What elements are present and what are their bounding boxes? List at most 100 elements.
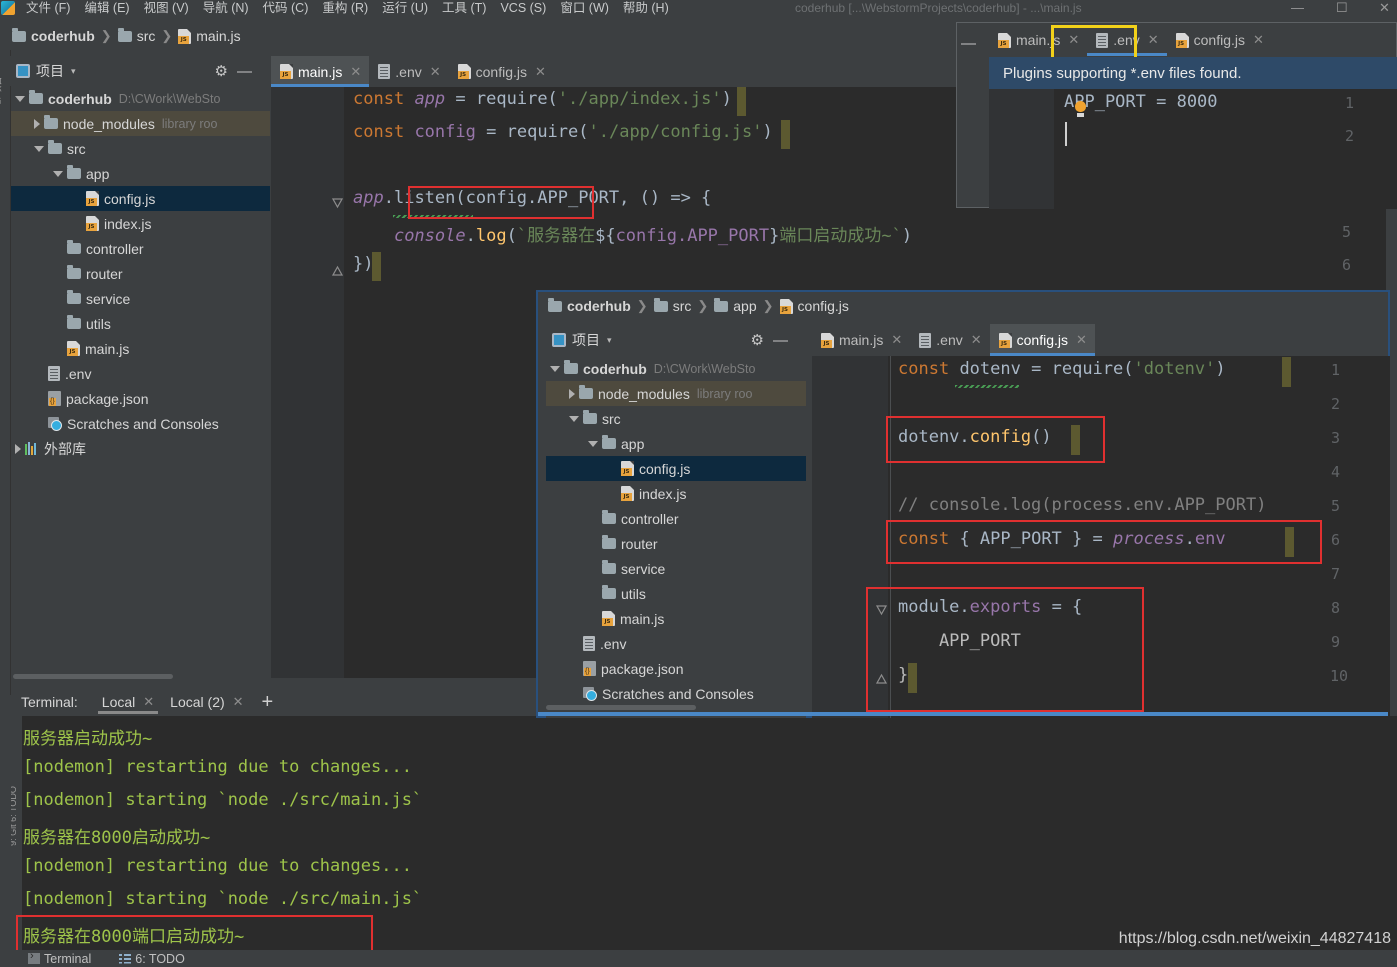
- new-terminal-button[interactable]: +: [262, 692, 274, 712]
- tree-item-node-modules[interactable]: node_modules library roo: [546, 381, 806, 406]
- editor-tab-main-js[interactable]: main.js ✕: [271, 56, 370, 87]
- code-fold-marker[interactable]: [331, 197, 344, 209]
- tree-item-index-js[interactable]: index.js: [11, 211, 270, 236]
- breadcrumb-item-coderhub[interactable]: coderhub ❯: [12, 27, 118, 44]
- tree-item-config-js[interactable]: config.js: [11, 186, 270, 211]
- gear-icon[interactable]: ⚙: [751, 331, 764, 349]
- breadcrumb-item-src[interactable]: src ❯: [117, 27, 179, 44]
- config-floating-window[interactable]: coderhub ❯ src ❯ app ❯ config.js 项目 ▾ ⚙ …: [536, 290, 1390, 718]
- breadcrumb-item-configjs[interactable]: config.js: [779, 298, 849, 314]
- tree-item-router[interactable]: router: [11, 261, 270, 286]
- chevron-down-icon[interactable]: [550, 365, 560, 372]
- breadcrumb-item-coderhub[interactable]: coderhub ❯: [548, 297, 654, 314]
- tree-item-service[interactable]: service: [11, 286, 270, 311]
- tree-item-controller[interactable]: controller: [546, 506, 806, 531]
- tree-item-src[interactable]: src: [546, 406, 806, 431]
- env-floating-window[interactable]: — main.js ✕ .env ✕ config.js ✕ Plugins s…: [956, 22, 1397, 209]
- menu-item-view[interactable]: 视图 (V): [137, 0, 196, 16]
- close-icon[interactable]: ✕: [430, 64, 441, 80]
- config-project-tree[interactable]: coderhub D:\CWork\WebSto node_modules libra…: [546, 356, 806, 718]
- menu-item-edit[interactable]: 编辑 (E): [77, 0, 136, 16]
- close-icon[interactable]: ✕: [1076, 332, 1087, 348]
- tree-item-coderhub[interactable]: coderhub D:\CWork\WebSto: [546, 356, 806, 381]
- tree-item-service[interactable]: service: [546, 556, 806, 581]
- chevron-down-icon[interactable]: [15, 95, 25, 102]
- editor-gutter[interactable]: [271, 87, 344, 678]
- close-icon[interactable]: ✕: [1148, 32, 1159, 48]
- status-item-terminal[interactable]: Terminal: [28, 950, 91, 966]
- close-icon[interactable]: ✕: [971, 332, 982, 348]
- breadcrumb-item-src[interactable]: src ❯: [653, 297, 715, 314]
- tree-item-app[interactable]: app: [11, 161, 270, 186]
- terminal-tab-local-2[interactable]: Local (2) ✕: [162, 688, 251, 716]
- close-icon[interactable]: ✕: [535, 64, 546, 80]
- close-icon[interactable]: ✕: [350, 64, 361, 80]
- menu-item-vcs[interactable]: VCS (S): [493, 0, 553, 16]
- config-tree-hscrollbar[interactable]: [546, 705, 696, 710]
- tree-item-config-js[interactable]: config.js: [546, 456, 806, 481]
- tree-item-package-json[interactable]: package.json: [11, 386, 270, 411]
- tree-item-app[interactable]: app: [546, 431, 806, 456]
- status-item-todo[interactable]: 6: TODO: [119, 952, 185, 966]
- project-tree[interactable]: coderhub D:\CWork\WebSto node_modules libra…: [11, 86, 270, 678]
- env-tab-config-js[interactable]: config.js ✕: [1167, 24, 1272, 56]
- tree-item-main-js[interactable]: main.js: [546, 606, 806, 631]
- tree-item-[interactable]: 外部库: [11, 436, 270, 461]
- minimize-icon[interactable]: —: [237, 63, 252, 80]
- menu-item-navigate[interactable]: 导航 (N): [196, 0, 256, 16]
- chevron-down-icon[interactable]: [34, 145, 44, 152]
- chevron-down-icon[interactable]: [53, 170, 63, 177]
- tree-item-main-js[interactable]: main.js: [11, 336, 270, 361]
- breadcrumb-item-mainjs[interactable]: main.js: [178, 28, 241, 44]
- chevron-down-icon[interactable]: ▾: [71, 66, 76, 77]
- menu-item-window[interactable]: 窗口 (W): [553, 0, 616, 16]
- menu-item-help[interactable]: 帮助 (H): [616, 0, 676, 16]
- tree-item-router[interactable]: router: [546, 531, 806, 556]
- menu-item-run[interactable]: 运行 (U): [375, 0, 435, 16]
- tree-item-scratches-and-consoles[interactable]: Scratches and Consoles: [11, 411, 270, 436]
- terminal-output[interactable]: 9: Git 6: TODO 服务器启动成功~ [nodemon] restar…: [11, 716, 1397, 950]
- env-plugin-notice[interactable]: Plugins supporting *.env files found.: [989, 57, 1397, 89]
- tree-item-node-modules[interactable]: node_modules library roo: [11, 111, 270, 136]
- project-tree-hscrollbar[interactable]: [11, 672, 270, 680]
- tree-item-utils[interactable]: utils: [546, 581, 806, 606]
- env-editor[interactable]: 1 2 APP_PORT = 8000: [989, 89, 1397, 209]
- breadcrumb-item-app[interactable]: app ❯: [714, 297, 779, 314]
- tree-item-coderhub[interactable]: coderhub D:\CWork\WebSto: [11, 86, 270, 111]
- menu-item-code[interactable]: 代码 (C): [256, 0, 316, 16]
- tree-item-src[interactable]: src: [11, 136, 270, 161]
- chevron-down-icon[interactable]: [569, 415, 579, 422]
- chevron-right-icon[interactable]: [34, 118, 40, 129]
- menu-item-tools[interactable]: 工具 (T): [435, 0, 493, 16]
- chevron-right-icon[interactable]: [569, 388, 575, 399]
- tree-item-env[interactable]: .env: [11, 361, 270, 386]
- terminal-tab-local[interactable]: Local ✕: [94, 688, 162, 716]
- tree-item-controller[interactable]: controller: [11, 236, 270, 261]
- tree-item-env[interactable]: .env: [546, 631, 806, 656]
- close-icon[interactable]: ✕: [1253, 32, 1264, 48]
- close-icon[interactable]: ✕: [143, 694, 154, 710]
- lightbulb-icon[interactable]: [1074, 101, 1087, 117]
- editor-tab-config-js[interactable]: config.js ✕: [449, 56, 554, 87]
- tree-item-index-js[interactable]: index.js: [546, 481, 806, 506]
- config-tab-config-js[interactable]: config.js ✕: [989, 324, 1095, 356]
- menu-item-refactor[interactable]: 重构 (R): [315, 0, 375, 16]
- terminal-strip-label[interactable]: 9: Git 6: TODO: [11, 786, 18, 846]
- editor-tab-env[interactable]: .env ✕: [369, 56, 448, 87]
- chevron-down-icon[interactable]: ▾: [607, 335, 612, 346]
- close-icon[interactable]: ✕: [233, 694, 244, 710]
- chevron-right-icon[interactable]: [15, 443, 21, 454]
- tree-item-package-json[interactable]: package.json: [546, 656, 806, 681]
- tree-item-utils[interactable]: utils: [11, 311, 270, 336]
- tree-item-scratches-and-consoles[interactable]: Scratches and Consoles: [546, 681, 806, 706]
- close-icon[interactable]: ✕: [891, 332, 902, 348]
- config-tab-main-js[interactable]: main.js ✕: [812, 324, 910, 356]
- menu-item-file[interactable]: 文件 (F): [19, 0, 77, 16]
- minimize-icon[interactable]: —: [773, 332, 788, 349]
- code-fold-marker[interactable]: [331, 264, 344, 276]
- config-tab-env[interactable]: .env ✕: [910, 324, 989, 356]
- config-editor[interactable]: 1 2 3 4 5 6 7 8 9 10 const dotenv = requ…: [812, 356, 1390, 718]
- left-strip-label[interactable]: 1: 项目: [0, 76, 4, 104]
- chevron-down-icon[interactable]: [588, 440, 598, 447]
- gear-icon[interactable]: ⚙: [215, 62, 228, 80]
